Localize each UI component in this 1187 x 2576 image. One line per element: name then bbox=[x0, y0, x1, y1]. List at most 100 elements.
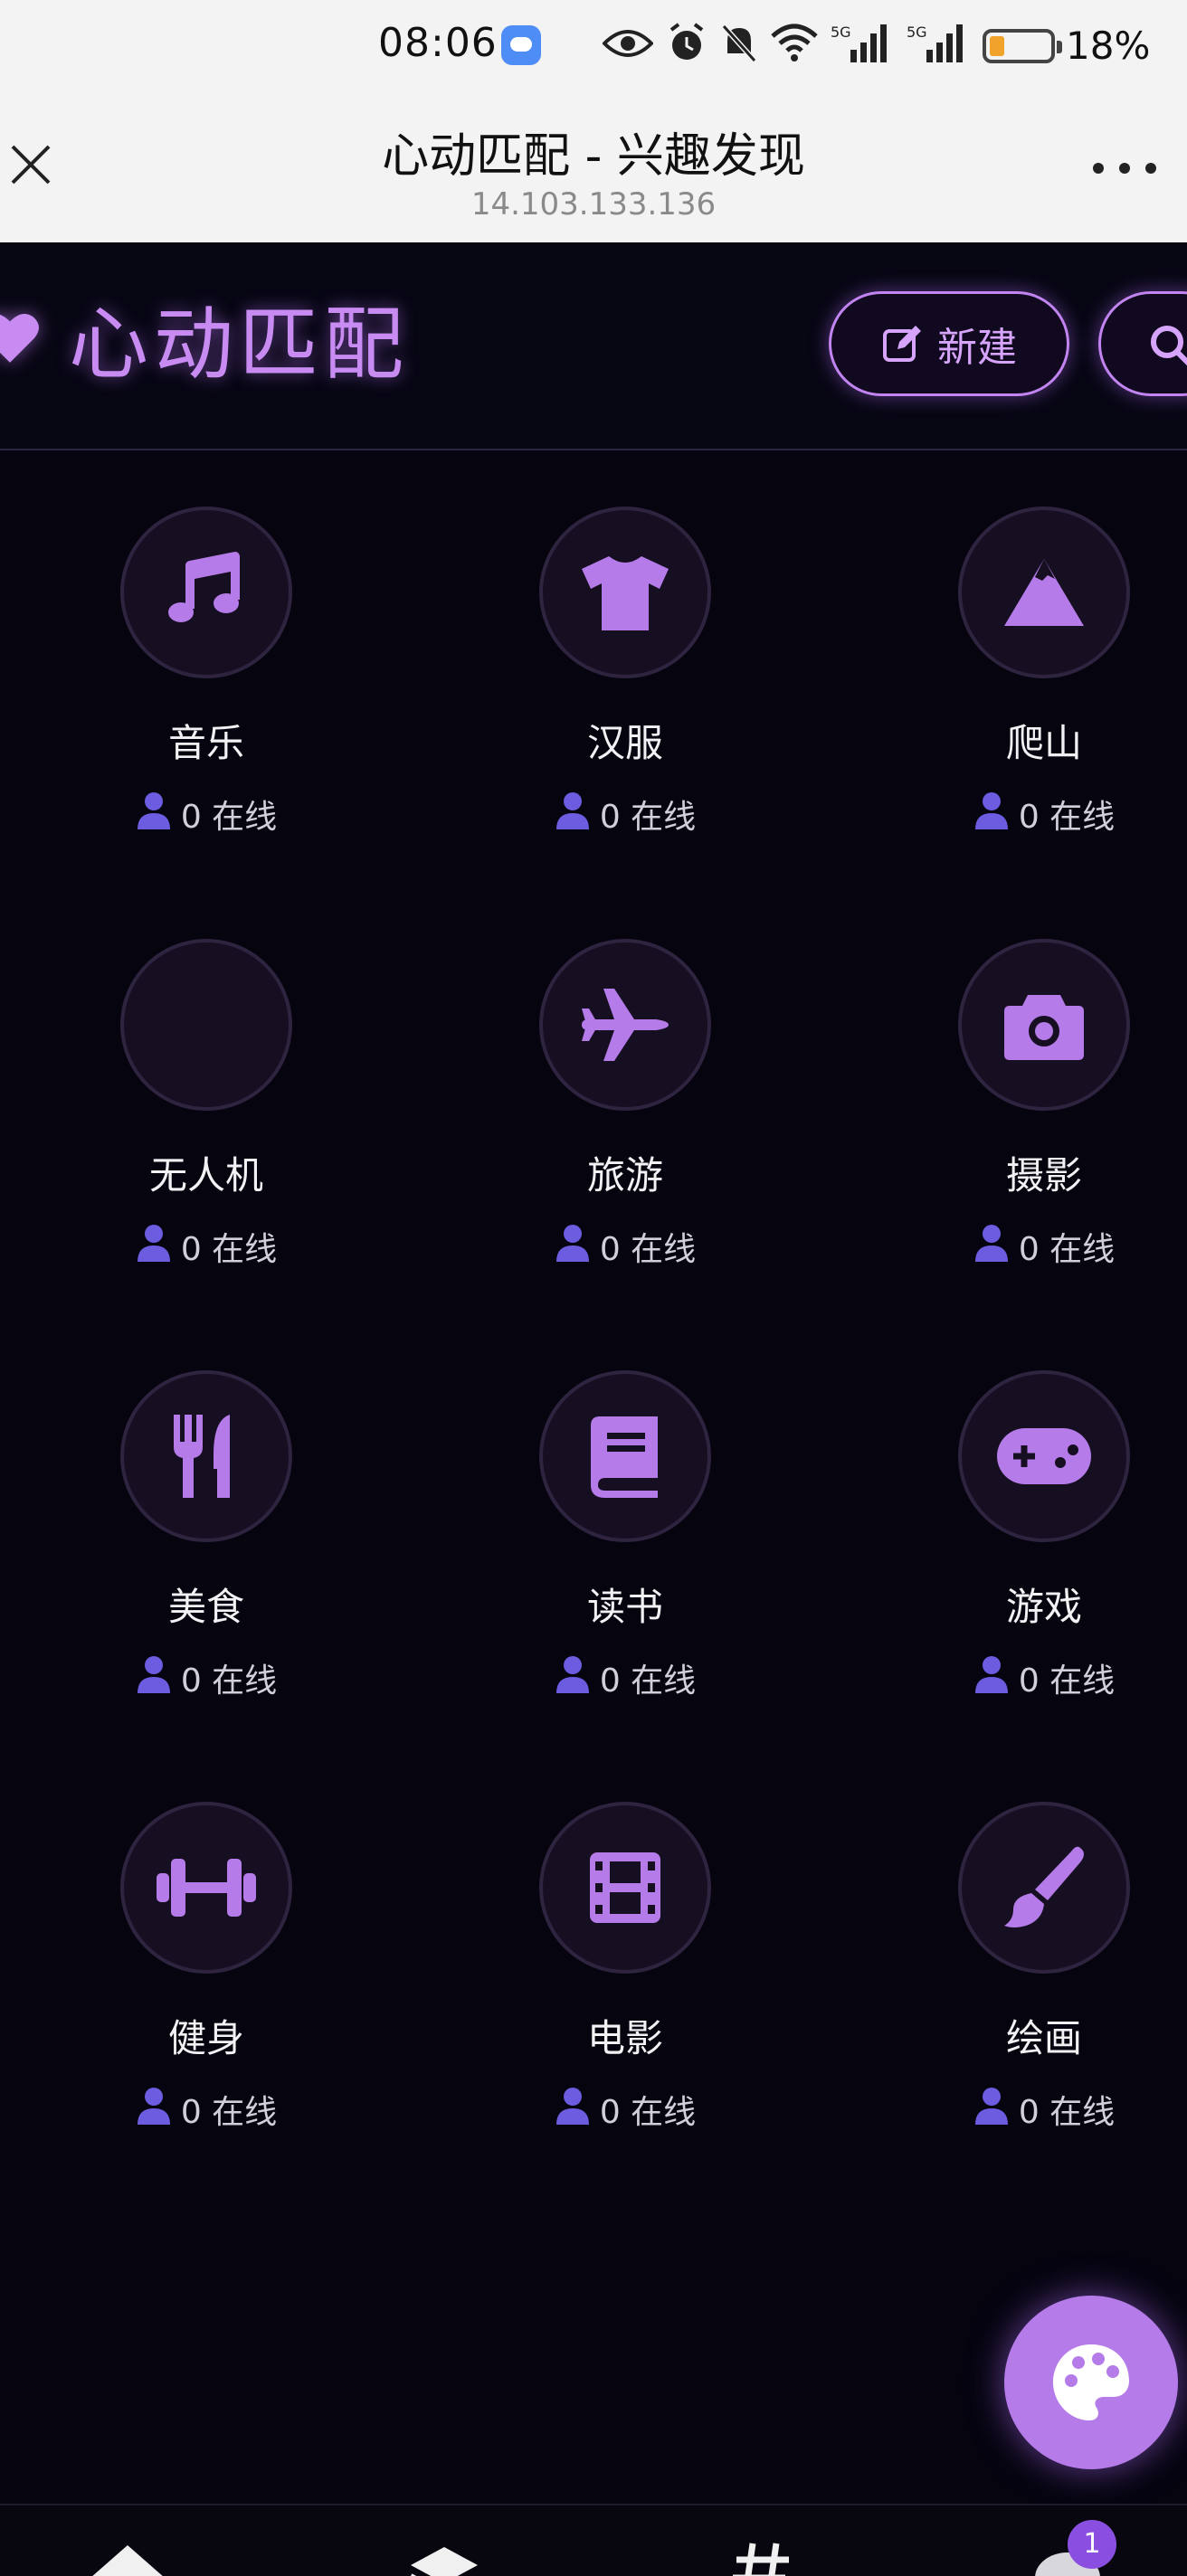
palette-icon bbox=[1053, 2344, 1129, 2420]
online-count: 0 在线 bbox=[489, 1654, 761, 1701]
online-count-label: 0 在线 bbox=[1018, 2094, 1116, 2131]
nav-home[interactable] bbox=[87, 2542, 168, 2576]
user-icon bbox=[555, 791, 591, 838]
online-count-label: 0 在线 bbox=[180, 2094, 278, 2131]
nav-topics[interactable] bbox=[724, 2542, 805, 2576]
mute-icon bbox=[721, 24, 757, 63]
nav-layers[interactable] bbox=[404, 2542, 485, 2576]
interest-card[interactable]: 旅游 0 在线 bbox=[489, 883, 761, 1281]
user-icon bbox=[136, 2087, 172, 2133]
user-icon bbox=[555, 1655, 591, 1701]
new-button[interactable]: 新建 bbox=[829, 291, 1069, 396]
search-button[interactable] bbox=[1098, 291, 1187, 396]
paintbrush-icon bbox=[958, 1802, 1130, 1974]
chat-app-notification-icon bbox=[501, 25, 541, 65]
utensils-icon bbox=[120, 1370, 292, 1542]
interest-name: 电影 bbox=[586, 2016, 663, 2060]
battery-icon bbox=[983, 29, 1062, 63]
brand-logo[interactable]: 心动匹配 bbox=[0, 288, 409, 391]
online-count: 0 在线 bbox=[489, 791, 761, 838]
page-title: 心动匹配 - 兴趣发现 bbox=[382, 129, 805, 184]
new-button-label: 新建 bbox=[937, 325, 1017, 371]
online-count-label: 0 在线 bbox=[599, 1231, 697, 1268]
status-time: 08:06 bbox=[378, 20, 498, 66]
interest-card[interactable]: 绘画 0 在线 bbox=[908, 1746, 1180, 2144]
browser-bar: 心动匹配 - 兴趣发现 14.103.133.136 bbox=[0, 90, 1187, 242]
wifi-icon bbox=[771, 24, 818, 62]
interest-card[interactable]: 美食 0 在线 bbox=[71, 1314, 342, 1712]
online-count: 0 在线 bbox=[71, 2086, 342, 2133]
shirt-icon bbox=[539, 507, 711, 678]
alarm-icon bbox=[669, 23, 704, 60]
page-url: 14.103.133.136 bbox=[470, 186, 717, 223]
mountain-icon bbox=[958, 507, 1130, 678]
interest-card[interactable]: 游戏 0 在线 bbox=[908, 1314, 1180, 1712]
bottom-nav: 1 bbox=[0, 2504, 1187, 2576]
edit-icon bbox=[883, 326, 921, 362]
brand-name: 心动匹配 bbox=[69, 297, 410, 391]
online-count-label: 0 在线 bbox=[1018, 1231, 1116, 1268]
online-count: 0 在线 bbox=[908, 1654, 1180, 1701]
interest-name: 健身 bbox=[167, 2016, 244, 2060]
online-count-label: 0 在线 bbox=[180, 1231, 278, 1268]
online-count-label: 0 在线 bbox=[180, 799, 278, 836]
interest-card[interactable]: 健身 0 在线 bbox=[71, 1746, 342, 2144]
user-icon bbox=[136, 791, 172, 838]
online-count-label: 0 在线 bbox=[599, 799, 697, 836]
user-icon bbox=[136, 1224, 172, 1270]
interest-card[interactable]: 无人机 0 在线 bbox=[71, 883, 342, 1281]
online-count: 0 在线 bbox=[71, 791, 342, 838]
camera-icon bbox=[958, 939, 1130, 1111]
user-icon bbox=[136, 1655, 172, 1701]
online-count: 0 在线 bbox=[908, 791, 1180, 838]
online-count: 0 在线 bbox=[489, 2086, 761, 2133]
interest-name: 绘画 bbox=[1005, 2016, 1082, 2060]
interest-card[interactable]: 汉服 0 在线 bbox=[489, 450, 761, 848]
heart-icon bbox=[0, 314, 39, 363]
user-icon bbox=[555, 2087, 591, 2133]
drone-icon bbox=[120, 939, 292, 1111]
online-count-label: 0 在线 bbox=[599, 2094, 697, 2131]
interest-card[interactable]: 读书 0 在线 bbox=[489, 1314, 761, 1712]
dumbbell-icon bbox=[120, 1802, 292, 1974]
interest-card[interactable]: 摄影 0 在线 bbox=[908, 883, 1180, 1281]
user-icon bbox=[555, 1224, 591, 1270]
layers-icon bbox=[411, 2547, 478, 2576]
gamepad-icon bbox=[958, 1370, 1130, 1542]
online-count: 0 在线 bbox=[71, 1654, 342, 1701]
eye-icon bbox=[603, 30, 653, 57]
interest-name: 读书 bbox=[586, 1585, 663, 1629]
plane-icon bbox=[539, 939, 711, 1111]
svg-text:5G: 5G bbox=[907, 24, 927, 41]
interest-card[interactable]: 爬山 0 在线 bbox=[908, 450, 1180, 848]
chat-badge: 1 bbox=[1068, 2520, 1116, 2569]
search-icon bbox=[1151, 326, 1187, 366]
online-count-label: 0 在线 bbox=[1018, 1662, 1116, 1700]
svg-text:5G: 5G bbox=[831, 24, 851, 41]
online-count: 0 在线 bbox=[489, 1223, 761, 1270]
theme-button[interactable] bbox=[1004, 2296, 1178, 2469]
interest-name: 音乐 bbox=[167, 721, 244, 765]
status-icons: 5G 5G bbox=[603, 16, 970, 71]
signal-icon-2: 5G bbox=[907, 24, 963, 62]
hashtag-icon bbox=[733, 2543, 789, 2576]
interest-name: 无人机 bbox=[148, 1153, 263, 1198]
user-icon bbox=[973, 2087, 1010, 2133]
user-icon bbox=[973, 1224, 1010, 1270]
interest-name: 旅游 bbox=[586, 1153, 663, 1198]
online-count: 0 在线 bbox=[908, 1223, 1180, 1270]
interest-name: 摄影 bbox=[1005, 1153, 1082, 1198]
interest-name: 爬山 bbox=[1005, 721, 1082, 765]
interest-card[interactable]: 电影 0 在线 bbox=[489, 1746, 761, 2144]
online-count: 0 在线 bbox=[71, 1223, 342, 1270]
music-icon bbox=[120, 507, 292, 678]
online-count-label: 0 在线 bbox=[599, 1662, 697, 1700]
signal-icon: 5G bbox=[831, 24, 887, 62]
book-icon bbox=[539, 1370, 711, 1542]
more-menu-icon[interactable] bbox=[1093, 163, 1156, 175]
online-count-label: 0 在线 bbox=[1018, 799, 1116, 836]
online-count-label: 0 在线 bbox=[180, 1662, 278, 1700]
home-icon bbox=[92, 2545, 163, 2576]
interest-card[interactable]: 音乐 0 在线 bbox=[71, 450, 342, 848]
status-bar: 08:06 5G 5G 18% bbox=[0, 0, 1187, 90]
